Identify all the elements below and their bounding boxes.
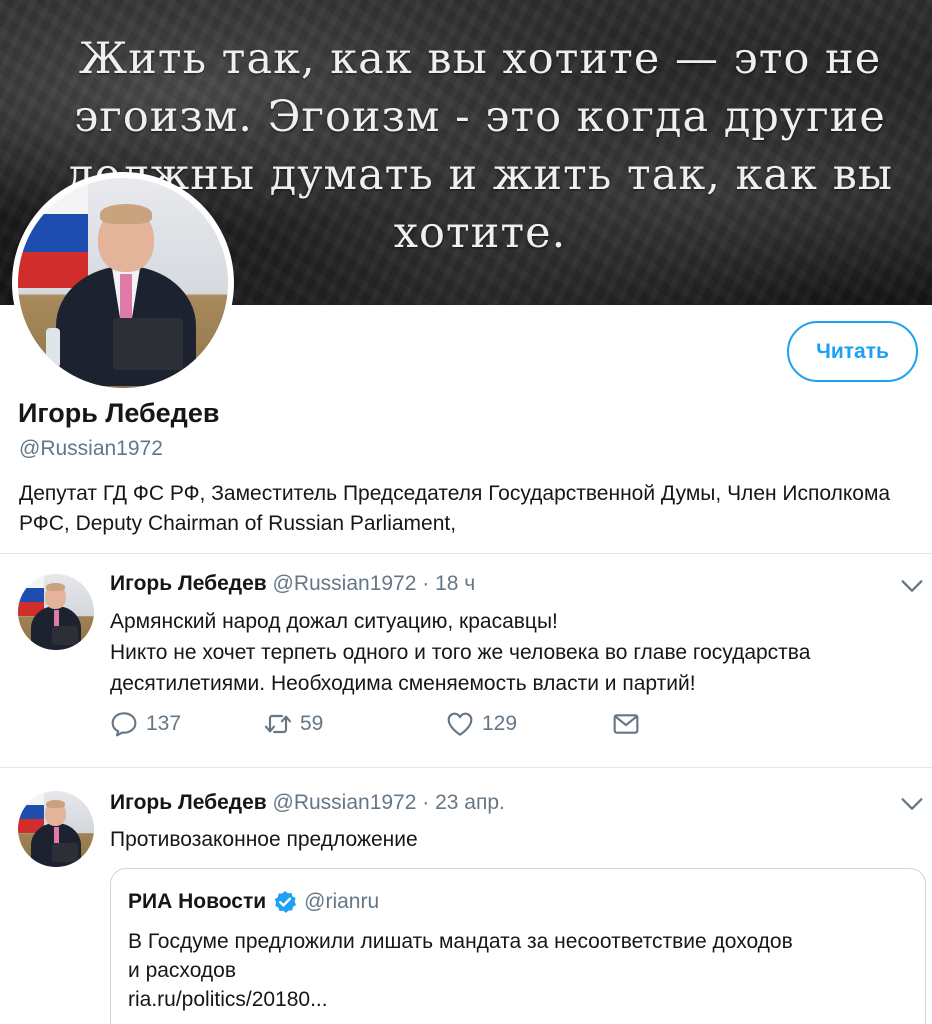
- flag-graphic: [18, 178, 88, 288]
- banner-quote-line: эгоизм. Эгоизм - это когда другие: [74, 92, 886, 142]
- quoted-author-handle: @rianru: [304, 890, 380, 913]
- chevron-down-icon[interactable]: [898, 572, 926, 600]
- tweet-text: Армянский народ дожал ситуацию, красавцы…: [110, 606, 925, 699]
- tweet-text-line: Армянский народ дожал ситуацию, красавцы…: [110, 610, 558, 633]
- avatar-photo: [18, 178, 228, 388]
- quoted-tweet-text: В Госдуме предложили лишать мандата за н…: [128, 927, 913, 1014]
- chevron-down-icon[interactable]: [898, 790, 926, 818]
- profile-handle[interactable]: @Russian1972: [19, 437, 163, 461]
- retweet-button[interactable]: 59: [262, 708, 323, 740]
- quoted-link[interactable]: ria.ru/politics/20180...: [128, 985, 913, 1014]
- reply-button[interactable]: 137: [108, 708, 181, 740]
- follow-button[interactable]: Читать: [787, 321, 918, 382]
- tweet-author-handle[interactable]: @Russian1972: [273, 791, 417, 814]
- quoted-text-line: В Госдуме предложили лишать мандата за н…: [128, 930, 793, 953]
- tweet-separator: ·: [422, 572, 430, 595]
- tweet-avatar[interactable]: [18, 791, 94, 867]
- profile-name: Игорь Лебедев: [18, 398, 220, 428]
- tweet-text: Противозаконное предложение: [110, 828, 418, 851]
- tweet-text-line: Никто не хочет терпеть одного и того же …: [110, 641, 811, 664]
- like-count: 129: [482, 712, 518, 735]
- quoted-tweet-header: РИА Новости @rianru: [128, 889, 379, 915]
- divider: [0, 767, 932, 768]
- tweet-actions: 137 59 129: [108, 708, 668, 744]
- quoted-tweet-card[interactable]: РИА Новости @rianru В Госдуме предложили…: [110, 868, 926, 1024]
- tweet-header: Игорь Лебедев @Russian1972 · 18 ч: [110, 572, 475, 596]
- tweet-avatar[interactable]: [18, 574, 94, 650]
- heart-icon: [447, 712, 473, 736]
- tweet-time[interactable]: 23 апр.: [435, 791, 505, 814]
- retweet-count: 59: [300, 712, 324, 735]
- verified-badge-icon: [274, 890, 297, 913]
- banner-quote-line: Жить так, как вы хотите — это не: [78, 34, 882, 84]
- retweet-icon: [264, 714, 292, 734]
- envelope-icon: [613, 714, 639, 734]
- direct-message-button[interactable]: [610, 708, 642, 740]
- quoted-author-name: РИА Новости: [128, 890, 267, 913]
- profile-bio: Депутат ГД ФС РФ, Заместитель Председате…: [19, 482, 891, 535]
- tweet-text-line: десятилетиями. Необходима сменяемость вл…: [110, 672, 696, 695]
- tweet-author-name[interactable]: Игорь Лебедев: [110, 791, 267, 814]
- like-button[interactable]: 129: [444, 708, 517, 740]
- quoted-text-line: и расходов: [128, 959, 236, 982]
- divider: [0, 553, 932, 554]
- reply-count: 137: [146, 712, 182, 735]
- tweet-header: Игорь Лебедев @Russian1972 · 23 апр.: [110, 791, 505, 815]
- tweet-author-name[interactable]: Игорь Лебедев: [110, 572, 267, 595]
- reply-icon: [111, 712, 137, 737]
- profile-avatar[interactable]: [12, 172, 234, 394]
- tweet-time[interactable]: 18 ч: [435, 572, 475, 595]
- tweet-separator: ·: [422, 791, 430, 814]
- tweet-author-handle[interactable]: @Russian1972: [273, 572, 417, 595]
